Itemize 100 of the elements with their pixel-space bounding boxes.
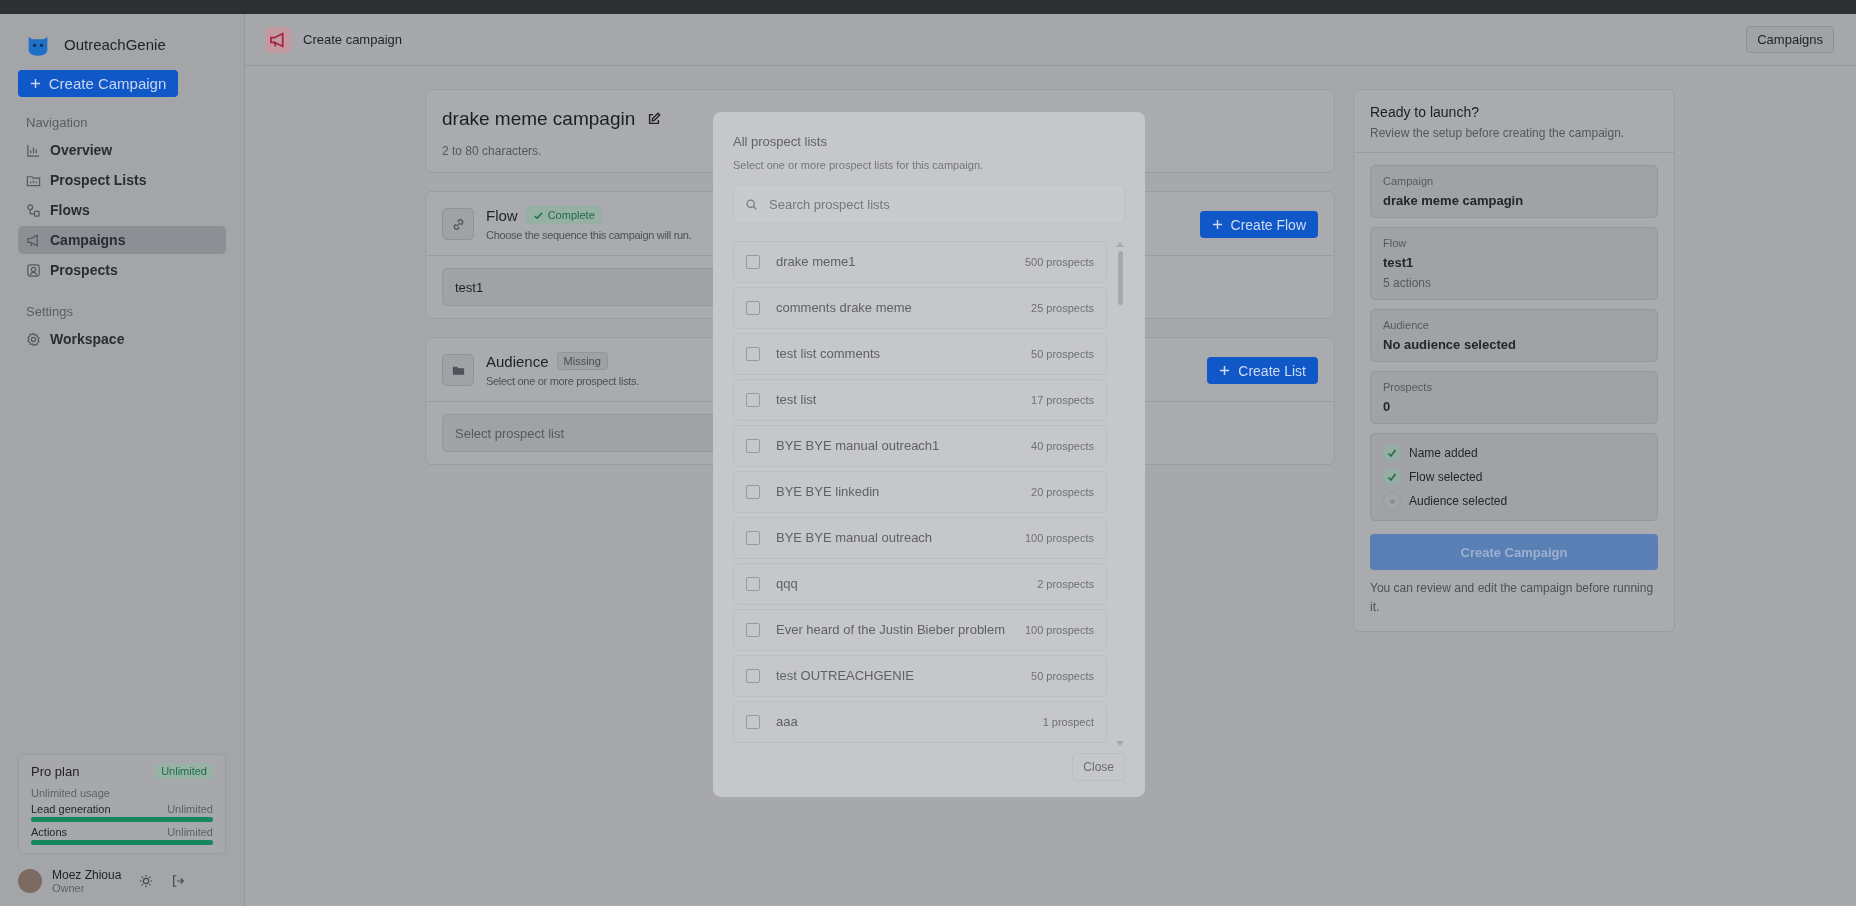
nav-item[interactable]: Campaigns <box>18 226 226 254</box>
checkbox[interactable] <box>746 577 760 591</box>
field-label: Prospects <box>1383 381 1433 393</box>
meter-value: Unlimited <box>167 803 213 815</box>
create-campaign-button[interactable]: Create Campaign <box>18 70 178 97</box>
prospect-count: 40 prospects <box>1031 440 1094 452</box>
logout-icon[interactable] <box>171 874 186 888</box>
page-title: Create campaign <box>303 32 402 47</box>
checkbox[interactable] <box>746 485 760 499</box>
checkbox[interactable] <box>746 623 760 637</box>
nav-item[interactable]: Prospect Lists <box>18 166 226 194</box>
list-name: qqq <box>776 574 799 593</box>
list-name: BYE BYE linkedin <box>776 482 881 501</box>
edit-icon[interactable] <box>647 112 662 126</box>
check-icon <box>532 209 544 221</box>
chart-icon <box>26 142 41 158</box>
search-icon <box>745 198 758 211</box>
name-hint: 2 to 80 characters. <box>442 144 543 158</box>
campaign-name[interactable]: drake meme campagin <box>442 108 636 130</box>
list-name: BYE BYE manual outreach <box>776 528 934 547</box>
prospect-count: 50 prospects <box>1031 348 1094 360</box>
nav-item[interactable]: Overview <box>18 136 226 164</box>
field-value: test1 <box>1383 255 1415 270</box>
nav-item[interactable]: Flows <box>18 196 226 224</box>
scrollbar[interactable] <box>1115 241 1125 747</box>
scroll-down-icon[interactable] <box>1116 741 1124 747</box>
plan-name: Pro plan <box>31 763 80 779</box>
plus-icon <box>1219 365 1231 376</box>
checkbox[interactable] <box>746 715 760 729</box>
prospect-list-item[interactable]: comments drake meme 25 prospects <box>733 287 1107 329</box>
list-name: test list comments <box>776 344 882 363</box>
dialog-title: All prospect lists <box>733 134 828 149</box>
plus-icon <box>1211 219 1223 230</box>
prospect-list-item[interactable]: Ever heard of the Justin Bieber problem 100 prospects <box>733 609 1107 651</box>
field-label: Campaign <box>1383 175 1435 187</box>
field-value: drake meme campagin <box>1383 193 1525 208</box>
prospect-list-item[interactable]: BYE BYE manual outreach1 40 prospects <box>733 425 1107 467</box>
user-name: Moez Zhioua <box>52 868 122 882</box>
checkbox[interactable] <box>746 669 760 683</box>
prospect-count: 17 prospects <box>1031 394 1094 406</box>
prospect-list-item[interactable]: BYE BYE linkedin 20 prospects <box>733 471 1107 513</box>
plus-icon <box>29 78 41 89</box>
create-list-button[interactable]: Create List <box>1207 357 1318 384</box>
prospect-list-item[interactable]: test list comments 50 prospects <box>733 333 1107 375</box>
meter-label: Actions <box>31 826 68 838</box>
plan-badge: Unlimited <box>155 763 213 779</box>
scrollbar-thumb[interactable] <box>1117 251 1123 305</box>
list-name: test OUTREACHGENIE <box>776 666 915 685</box>
user-role: Owner <box>52 882 86 894</box>
prospect-list-item[interactable]: qqq 2 prospects <box>733 563 1107 605</box>
flow-icon <box>26 202 41 218</box>
prospect-count: 500 prospects <box>1024 256 1094 268</box>
link-icon <box>442 208 474 240</box>
summary-note: You can review and edit the campaign before running it. <box>1370 580 1655 617</box>
close-button[interactable]: Close <box>1072 753 1125 781</box>
list-name: Ever heard of the Justin Bieber problem <box>776 620 1007 639</box>
sun-icon[interactable] <box>139 874 154 888</box>
megaphone-icon <box>265 26 291 53</box>
plan-usage: Unlimited usage <box>31 787 111 799</box>
prospect-list-item[interactable]: test OUTREACHGENIE 50 prospects <box>733 655 1107 697</box>
search-field[interactable]: Search prospect lists <box>733 185 1125 223</box>
avatar <box>18 869 42 893</box>
field-label: Audience <box>1383 319 1430 331</box>
nav-item[interactable]: Workspace <box>18 325 226 353</box>
checkbox[interactable] <box>746 347 760 361</box>
app-name: OutreachGenie <box>64 35 166 53</box>
section-title: Flow <box>486 206 518 224</box>
nav-section-title: Settings <box>26 304 74 319</box>
prospect-count: 25 prospects <box>1031 302 1094 314</box>
meter-label: Lead generation <box>31 803 111 815</box>
list-name: test list <box>776 390 818 409</box>
prospect-list-item[interactable]: aaa 1 prospect <box>733 701 1107 743</box>
prospect-list-item[interactable]: BYE BYE manual outreach 100 prospects <box>733 517 1107 559</box>
field-label: Flow <box>1383 237 1408 249</box>
settings-icon <box>26 331 41 347</box>
nav-item[interactable]: Prospects <box>18 256 226 284</box>
prospect-list-item[interactable]: drake meme1 500 prospects <box>733 241 1107 283</box>
checkbox[interactable] <box>746 393 760 407</box>
checkbox[interactable] <box>746 301 760 315</box>
prospect-count: 100 prospects <box>1024 532 1094 544</box>
summary-subtitle: Review the setup before creating the campaign. <box>1370 126 1626 140</box>
checklist-label: Audience selected <box>1409 494 1508 508</box>
scroll-up-icon[interactable] <box>1116 241 1124 247</box>
nav-section-title: Navigation <box>26 115 89 130</box>
create-flow-button[interactable]: Create Flow <box>1199 211 1318 238</box>
folder-icon <box>442 354 474 386</box>
field-value: No audience selected <box>1383 337 1517 352</box>
status-badge: Complete <box>525 206 602 224</box>
checkbox[interactable] <box>746 439 760 453</box>
section-description: Select one or more prospect lists. <box>486 375 640 387</box>
checklist-label: Name added <box>1409 446 1478 460</box>
campaigns-button[interactable]: Campaigns <box>1746 26 1834 53</box>
field-detail: 5 actions <box>1383 276 1433 290</box>
checkbox[interactable] <box>746 531 760 545</box>
checkbox[interactable] <box>746 255 760 269</box>
prospect-list-item[interactable]: test list 17 prospects <box>733 379 1107 421</box>
meter-value: Unlimited <box>167 826 213 838</box>
prospect-count: 2 prospects <box>1037 578 1094 590</box>
field-value: 0 <box>1383 399 1392 414</box>
section-description: Choose the sequence this campaign will run. <box>486 229 692 241</box>
